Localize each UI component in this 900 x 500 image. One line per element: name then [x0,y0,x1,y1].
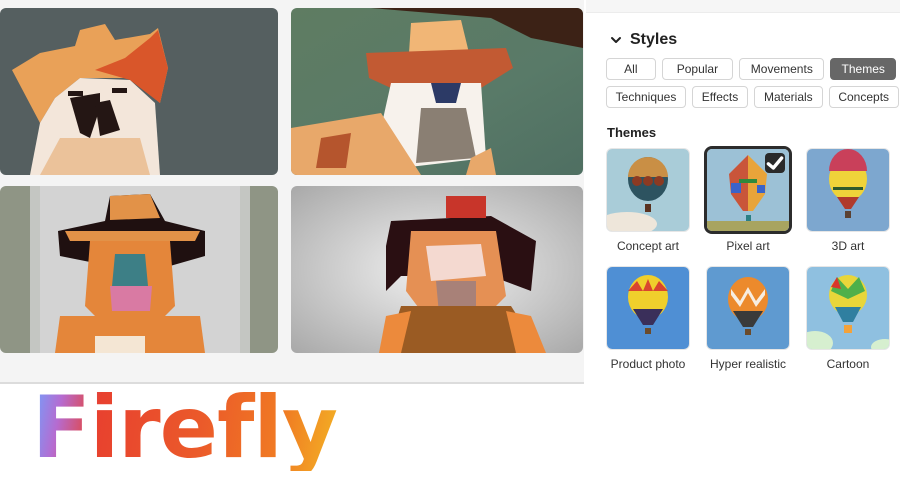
theme-product-photo[interactable]: Product photo [606,267,690,371]
theme-pixel-art[interactable]: Pixel art [706,149,790,253]
styles-section-toggle[interactable]: Styles [610,31,677,49]
chip-techniques[interactable]: Techniques [606,86,686,108]
theme-options: Concept art Pixel art 3D art Product pho… [606,149,896,371]
generated-image-1[interactable] [0,8,278,175]
theme-thumbnail [707,267,789,349]
theme-label: 3D art [831,239,865,253]
theme-label: Pixel art [726,239,770,253]
theme-hyper-realistic[interactable]: Hyper realistic [706,267,790,371]
theme-label: Product photo [610,357,686,371]
generated-image-4[interactable] [291,186,583,353]
chip-materials[interactable]: Materials [754,86,823,108]
image-gallery [0,0,584,384]
theme-concept-art[interactable]: Concept art [606,149,690,253]
theme-thumbnail [607,149,689,231]
theme-label: Concept art [616,239,680,253]
chip-row-2: Techniques Effects Materials Concepts [606,86,899,108]
theme-3d-art[interactable]: 3D art [806,149,890,253]
theme-thumbnail [807,267,889,349]
chip-effects[interactable]: Effects [692,86,748,108]
chip-concepts[interactable]: Concepts [828,86,899,108]
generated-image-3[interactable] [0,186,278,353]
selected-checkmark-icon [765,153,785,173]
chip-movements[interactable]: Movements [739,58,825,80]
generated-image-2[interactable] [291,8,583,175]
theme-label: Cartoon [826,357,870,371]
chip-all[interactable]: All [606,58,656,80]
chip-popular[interactable]: Popular [661,58,734,80]
panel-top-strip [586,0,900,12]
firefly-logo: Firefly [32,378,338,478]
theme-thumbnail [707,149,789,231]
chip-row-1: All Popular Movements Themes [606,58,896,80]
theme-thumbnail [807,149,889,231]
themes-section-title: Themes [607,125,657,140]
chip-themes[interactable]: Themes [830,58,896,80]
theme-thumbnail [607,267,689,349]
theme-label: Hyper realistic [709,357,787,371]
style-filter-chips: All Popular Movements Themes Techniques … [606,58,899,114]
styles-panel: Styles All Popular Movements Themes Tech… [586,12,900,393]
chevron-down-icon [611,37,621,43]
styles-title: Styles [630,31,678,48]
theme-cartoon[interactable]: Cartoon [806,267,890,371]
